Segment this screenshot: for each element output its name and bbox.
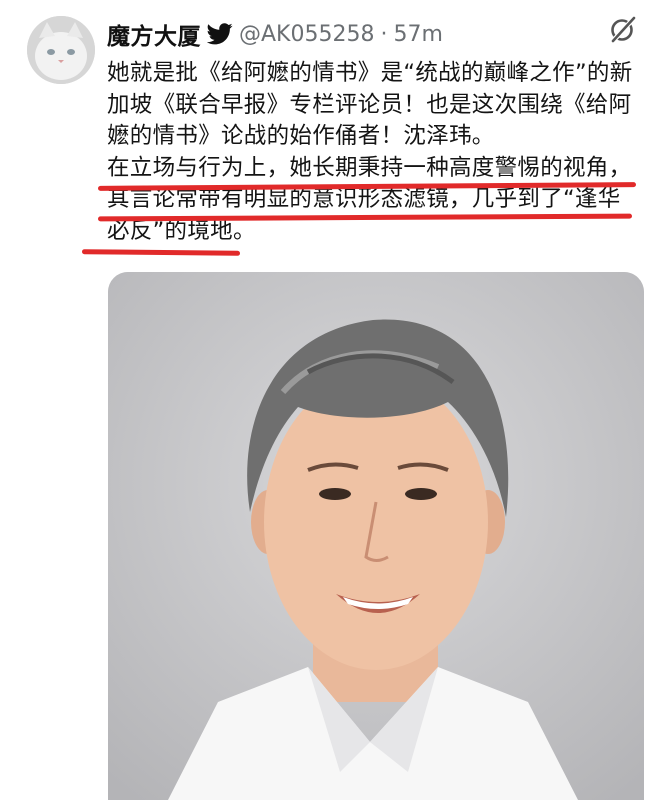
tweet-line-3: 嬷的情书》论战的始作俑者！沈泽玮。 [107, 123, 495, 149]
timestamp[interactable]: 57m [393, 22, 442, 47]
cat-avatar-image [27, 16, 95, 84]
portrait-image [108, 272, 644, 800]
grok-icon[interactable] [608, 14, 638, 44]
tweet-line-4: 在立场与行为上，她长期秉持一种高度警惕的视角， [107, 154, 632, 181]
separator-dot: · [380, 21, 388, 47]
user-handle[interactable]: @AK055258 [239, 22, 374, 47]
tweet-line-2: 加坡《联合早报》专栏评论员！也是这次围绕《给阿 [107, 91, 632, 118]
twitter-bird-icon [206, 23, 233, 45]
tweet-photo[interactable] [108, 272, 644, 800]
red-underline-3 [81, 249, 241, 256]
display-name[interactable]: 魔方大厦 [107, 17, 201, 51]
tweet-line-1: 她就是批《给阿嬷的情书》是“统战的巅峰之作”的新 [107, 60, 633, 86]
avatar[interactable] [27, 16, 95, 84]
tweet-header: 魔方大厦 @AK055258 · 57m [107, 14, 642, 54]
